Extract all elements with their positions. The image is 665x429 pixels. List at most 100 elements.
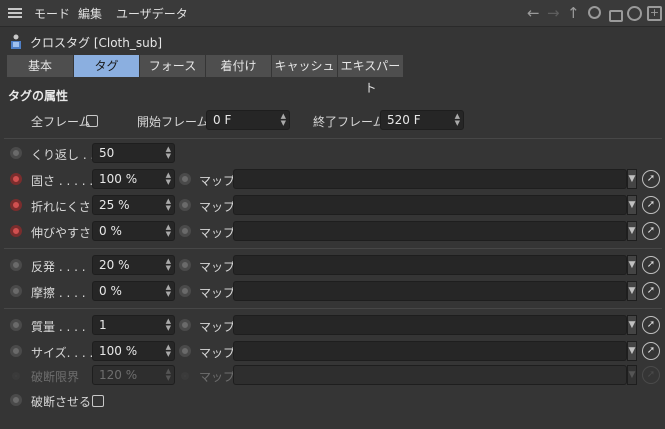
spinner-icon[interactable]: ▲ ▼ xyxy=(281,113,286,127)
mass-map-label: マップ xyxy=(199,320,236,334)
spinner-icon[interactable]: ▲ ▼ xyxy=(166,198,171,212)
flexion-field[interactable]: 25 % ▲ ▼ xyxy=(92,195,175,215)
map-keyframe-dot[interactable] xyxy=(179,285,191,297)
keyframe-dot[interactable] xyxy=(10,345,22,357)
map-keyframe-dot[interactable] xyxy=(179,259,191,271)
map-keyframe-dot[interactable] xyxy=(179,319,191,331)
spinner-icon[interactable]: ▲ ▼ xyxy=(166,258,171,272)
end-frame-value: 520 F xyxy=(387,113,421,127)
keyframe-dot[interactable] xyxy=(10,147,22,159)
hamburger-menu-icon[interactable] xyxy=(8,8,22,18)
map-keyframe-dot[interactable] xyxy=(179,345,191,357)
picker-arrow-icon[interactable]: ➚ xyxy=(642,316,660,334)
chevron-down-icon[interactable]: ▼ xyxy=(627,255,637,275)
spinner-icon[interactable]: ▲ ▼ xyxy=(455,113,460,127)
chevron-down-icon[interactable]: ▼ xyxy=(627,195,637,215)
tear-limit-map-label: マップ xyxy=(199,370,236,384)
friction-map-field[interactable] xyxy=(233,281,627,301)
mass-field[interactable]: 1 ▲ ▼ xyxy=(92,315,175,335)
size-map-field[interactable] xyxy=(233,341,627,361)
flexion-map-field[interactable] xyxy=(233,195,627,215)
tab-cache[interactable]: キャッシュ xyxy=(272,55,338,77)
iterations-field[interactable]: 50 ▲ ▼ xyxy=(92,143,175,163)
keyframe-dot[interactable] xyxy=(10,394,22,406)
tab-dresser[interactable]: 着付け xyxy=(206,55,272,77)
picker-arrow-icon[interactable]: ➚ xyxy=(642,222,660,240)
chevron-down-icon[interactable]: ▼ xyxy=(627,169,637,189)
map-keyframe-dot[interactable] xyxy=(179,173,191,185)
search-icon[interactable] xyxy=(588,6,601,19)
tab-tag[interactable]: タグ xyxy=(74,55,140,77)
end-frame-label: 終了フレーム xyxy=(313,115,385,129)
bounce-map-label: マップ xyxy=(199,260,236,274)
all-frames-checkbox[interactable] xyxy=(86,115,98,127)
spinner-icon[interactable]: ▲ ▼ xyxy=(166,172,171,186)
map-keyframe-dot xyxy=(181,372,189,380)
spinner-icon[interactable]: ▲ ▼ xyxy=(166,318,171,332)
target-icon[interactable] xyxy=(627,6,642,21)
rubber-map-label: マップ xyxy=(199,226,236,240)
bounce-label: 反発 . . . . xyxy=(31,260,86,274)
rubber-field[interactable]: 0 % ▲ ▼ xyxy=(92,221,175,241)
keyframe-dot[interactable] xyxy=(10,173,22,185)
mass-map-field[interactable] xyxy=(233,315,627,335)
picker-arrow-icon[interactable]: ➚ xyxy=(642,196,660,214)
add-window-icon[interactable]: + xyxy=(647,6,662,21)
picker-arrow-icon[interactable]: ➚ xyxy=(642,170,660,188)
tear-label: 破断させる xyxy=(31,395,92,409)
chevron-down-icon[interactable]: ▼ xyxy=(627,281,637,301)
friction-field[interactable]: 0 % ▲ ▼ xyxy=(92,281,175,301)
forward-arrow-icon[interactable]: → xyxy=(547,4,560,22)
picker-arrow-icon[interactable]: ➚ xyxy=(642,342,660,360)
tear-limit-label: 破断限界 xyxy=(31,370,80,384)
stiffness-map-label: マップ xyxy=(199,174,236,188)
bounce-value: 20 % xyxy=(99,258,130,272)
iterations-label: くり返し . . xyxy=(31,148,95,162)
chevron-down-icon[interactable]: ▼ xyxy=(627,221,637,241)
tear-limit-map-field xyxy=(233,365,627,385)
rubber-value: 0 % xyxy=(99,224,122,238)
keyframe-dot[interactable] xyxy=(10,225,22,237)
chevron-down-icon[interactable]: ▼ xyxy=(627,341,637,361)
friction-value: 0 % xyxy=(99,284,122,298)
size-field[interactable]: 100 % ▲ ▼ xyxy=(92,341,175,361)
spinner-icon[interactable]: ▲ ▼ xyxy=(166,224,171,238)
tab-expert[interactable]: エキスパート xyxy=(338,55,404,95)
section-title: タグの属性 xyxy=(8,89,69,103)
spinner-icon[interactable]: ▲ ▼ xyxy=(166,146,171,160)
friction-map-label: マップ xyxy=(199,286,236,300)
stiffness-map-field[interactable] xyxy=(233,169,627,189)
spinner-icon[interactable]: ▲ ▼ xyxy=(166,284,171,298)
bounce-field[interactable]: 20 % ▲ ▼ xyxy=(92,255,175,275)
menu-mode[interactable]: モード xyxy=(34,5,70,22)
flexion-label: 折れにくさ xyxy=(31,200,91,214)
rubber-map-field[interactable] xyxy=(233,221,627,241)
bounce-map-field[interactable] xyxy=(233,255,627,275)
tear-limit-value: 120 % xyxy=(99,368,138,382)
picker-arrow-icon[interactable]: ➚ xyxy=(642,256,660,274)
menu-edit[interactable]: 編集 xyxy=(78,5,102,22)
mass-label: 質量 . . . . xyxy=(31,320,86,334)
keyframe-dot[interactable] xyxy=(10,285,22,297)
tab-basic[interactable]: 基本 xyxy=(7,55,74,77)
keyframe-dot[interactable] xyxy=(10,319,22,331)
tear-limit-field: 120 % ▲ ▼ xyxy=(92,365,175,385)
stiffness-value: 100 % xyxy=(99,172,138,186)
keyframe-dot[interactable] xyxy=(10,259,22,271)
spinner-icon[interactable]: ▲ ▼ xyxy=(166,344,171,358)
map-keyframe-dot[interactable] xyxy=(179,225,191,237)
picker-arrow-icon: ➚ xyxy=(642,366,660,384)
chevron-down-icon[interactable]: ▼ xyxy=(627,315,637,335)
end-frame-field[interactable]: 520 F ▲ ▼ xyxy=(380,110,464,130)
tear-checkbox[interactable] xyxy=(92,395,104,407)
up-arrow-icon[interactable]: ↑ xyxy=(567,4,580,22)
start-frame-field[interactable]: 0 F ▲ ▼ xyxy=(206,110,290,130)
keyframe-dot[interactable] xyxy=(10,199,22,211)
back-arrow-icon[interactable]: ← xyxy=(527,4,540,22)
picker-arrow-icon[interactable]: ➚ xyxy=(642,282,660,300)
tab-forces[interactable]: フォース xyxy=(140,55,206,77)
map-keyframe-dot[interactable] xyxy=(179,199,191,211)
stiffness-field[interactable]: 100 % ▲ ▼ xyxy=(92,169,175,189)
lock-icon[interactable] xyxy=(609,10,623,22)
menu-userdata[interactable]: ユーザデータ xyxy=(116,5,188,22)
